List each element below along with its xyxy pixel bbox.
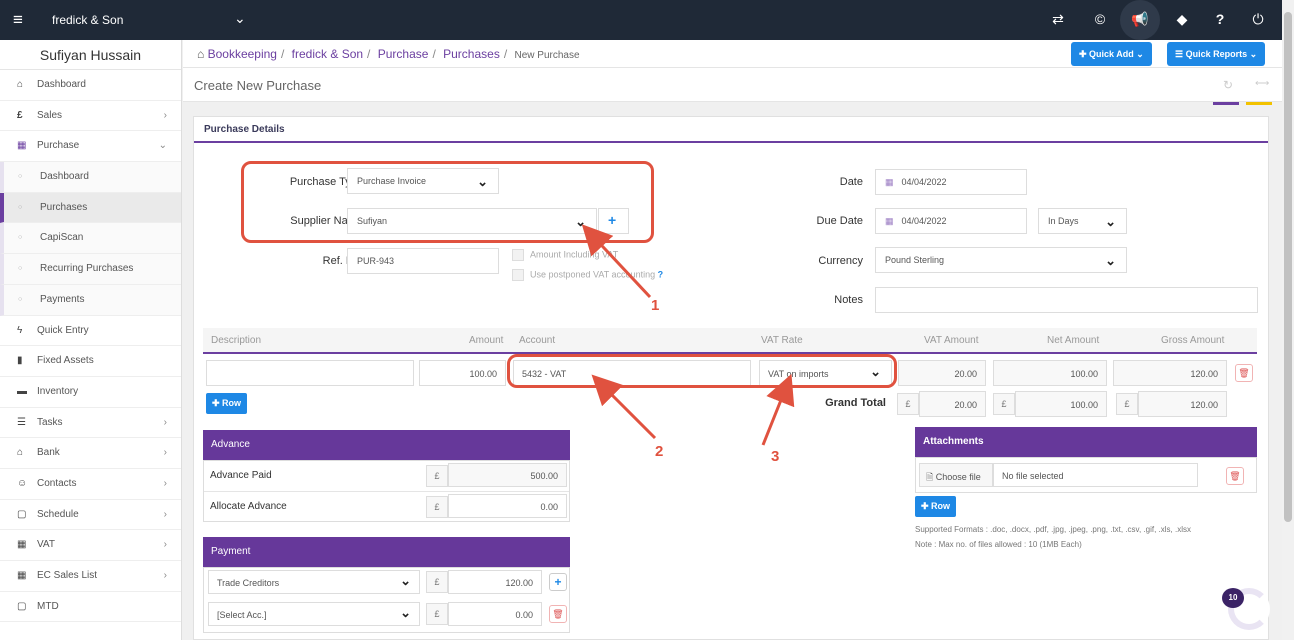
annotation-arrows — [581, 224, 795, 446]
page-scrollbar[interactable] — [1282, 0, 1294, 640]
annotation-label-3: 3 — [771, 448, 780, 465]
annotation-label-1: 1 — [651, 297, 660, 314]
scrollbar-thumb[interactable] — [1284, 12, 1292, 522]
annotation-label-2: 2 — [655, 443, 664, 460]
